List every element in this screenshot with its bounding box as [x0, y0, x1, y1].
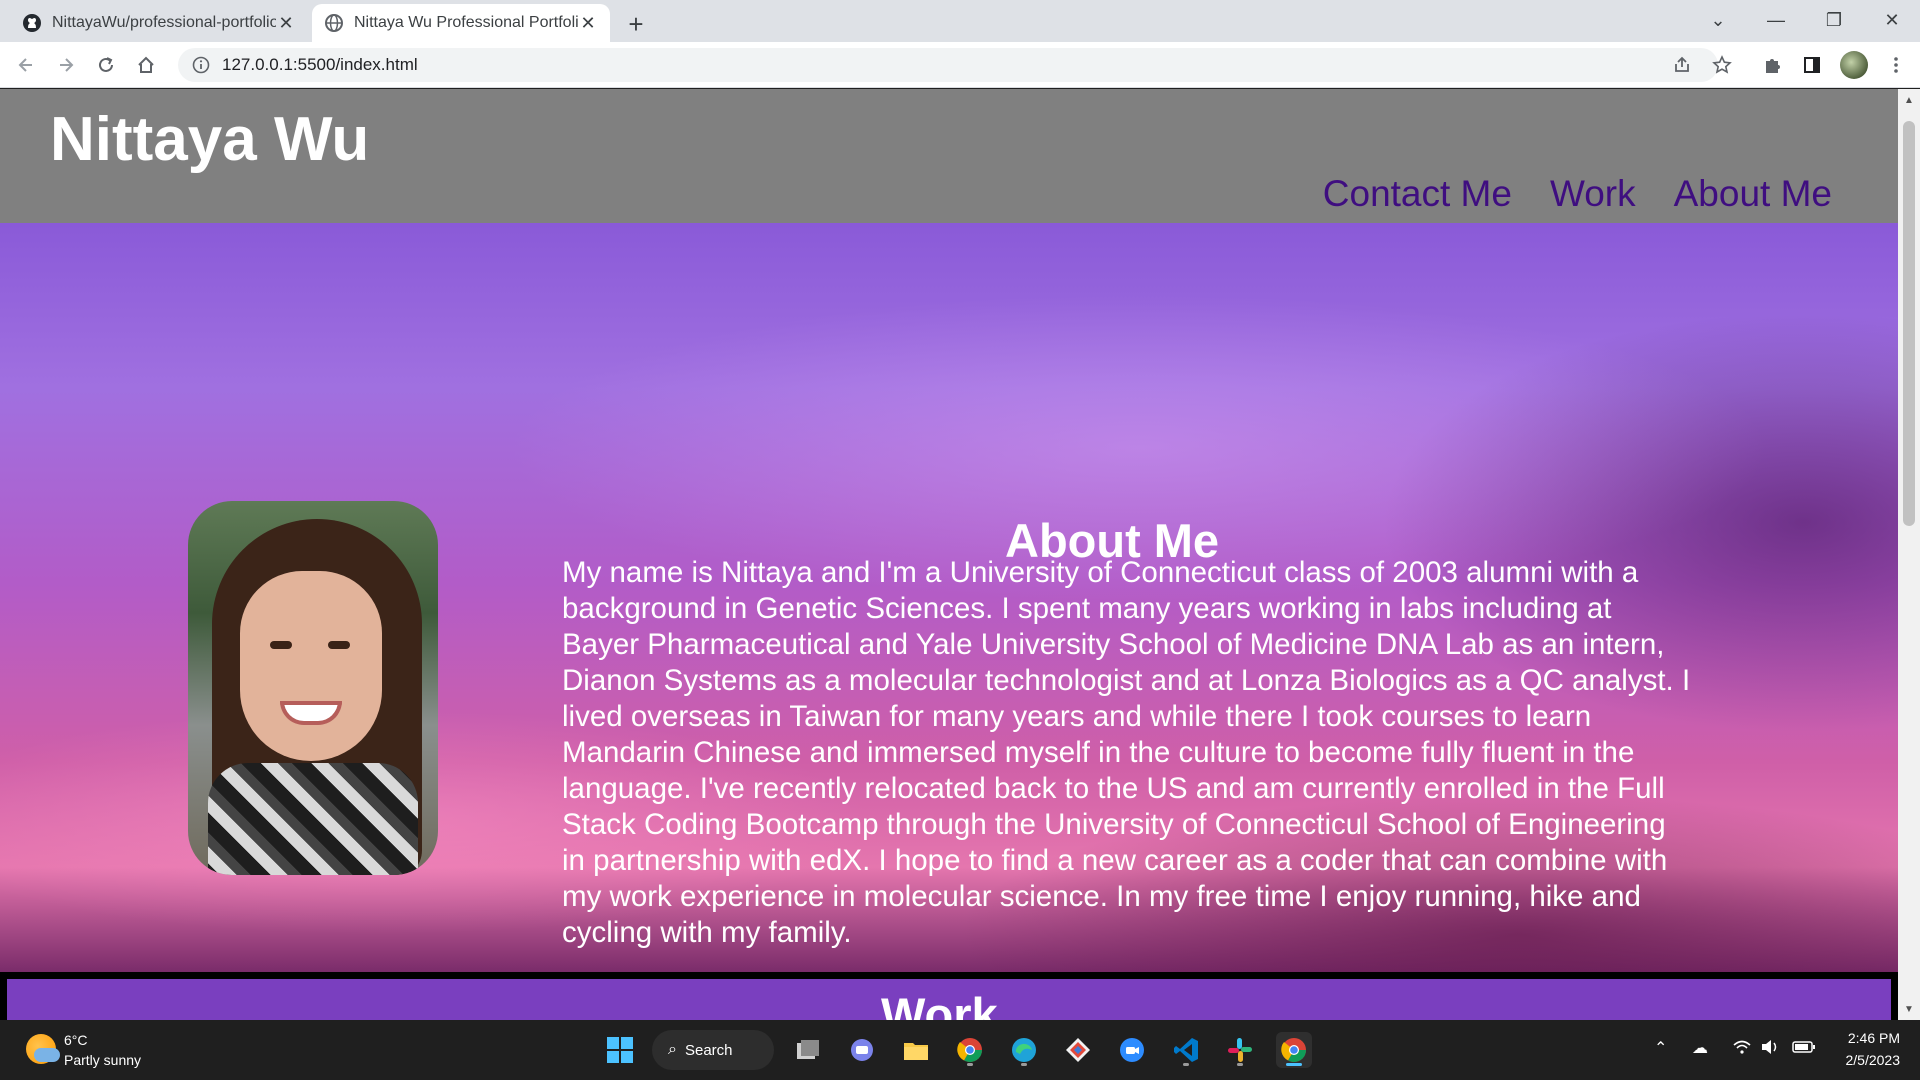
address-bar[interactable]: 127.0.0.1:5500/index.html [178, 48, 1718, 82]
address-url: 127.0.0.1:5500/index.html [222, 55, 418, 74]
forward-icon[interactable] [50, 49, 82, 81]
vscode-icon[interactable] [1168, 1032, 1204, 1068]
side-panel-icon[interactable] [1796, 49, 1828, 81]
restore-icon[interactable]: ❐ [1806, 0, 1862, 40]
nav-link-contact-me[interactable]: Contact Me [1323, 173, 1512, 215]
site-name: Nittaya Wu [50, 105, 370, 174]
close-icon[interactable]: ✕ [578, 13, 598, 33]
battery-icon[interactable] [1792, 1038, 1816, 1061]
globe-icon [325, 14, 343, 32]
weather-temperature: 6°C [64, 1032, 88, 1048]
work-title: Work [881, 988, 998, 1020]
home-icon[interactable] [130, 49, 162, 81]
tab-title: NittayaWu/professional-portfolio [52, 14, 276, 31]
file-explorer-icon[interactable] [898, 1032, 934, 1068]
scroll-thumb[interactable] [1903, 121, 1915, 526]
info-icon[interactable] [192, 56, 210, 74]
about-text: My name is Nittaya and I'm a University … [562, 556, 1691, 949]
chrome-menu-icon[interactable] [1880, 49, 1912, 81]
chrome-icon[interactable] [1276, 1032, 1312, 1068]
browser-toolbar: 127.0.0.1:5500/index.html [0, 42, 1920, 88]
edge-icon[interactable] [1006, 1032, 1042, 1068]
tab-search-chevron-down-icon[interactable]: ⌄ [1690, 0, 1746, 40]
windows-start-icon[interactable] [602, 1032, 638, 1068]
extensions-puzzle-icon[interactable] [1756, 49, 1788, 81]
work-header: Work [7, 979, 1891, 1020]
profile-avatar[interactable] [1840, 51, 1868, 79]
clock-time[interactable]: 2:46 PM [1840, 1030, 1900, 1046]
profile-photo [188, 501, 438, 875]
reload-icon[interactable] [90, 49, 122, 81]
photo-face [240, 571, 382, 761]
active-indicator [1286, 1063, 1302, 1066]
site-header: Nittaya Wu Contact Me Work About Me [0, 89, 1898, 223]
zoom-icon[interactable] [1114, 1032, 1150, 1068]
volume-icon[interactable] [1760, 1038, 1780, 1061]
windows-taskbar: 6°C Partly sunny ⌕ Search ⌃ ☁ 2:46 PM 2/… [0, 1020, 1920, 1080]
work-section: Work [0, 972, 1898, 1020]
scroll-up-icon[interactable]: ▲ [1902, 93, 1916, 107]
tab-title: Nittaya Wu Professional Portfolio [354, 14, 578, 31]
photo-scarf [208, 763, 418, 875]
about-section: About Me My name is Nittaya and I'm a Un… [0, 223, 1898, 972]
browser-tabstrip: NittayaWu/professional-portfolio ✕ Nitta… [0, 0, 1920, 42]
nav-link-about-me[interactable]: About Me [1674, 173, 1832, 215]
git-diamond-icon[interactable] [1060, 1032, 1096, 1068]
wifi-icon[interactable] [1732, 1038, 1752, 1061]
weather-cloud-icon [34, 1048, 60, 1062]
page-scrollbar[interactable]: ▲ ▼ [1898, 89, 1920, 1020]
github-icon [23, 14, 41, 32]
slack-icon[interactable] [1222, 1032, 1258, 1068]
task-view-icon[interactable] [790, 1032, 826, 1068]
onedrive-cloud-icon[interactable]: ☁ [1692, 1038, 1708, 1058]
running-indicator [1183, 1063, 1189, 1066]
tab-github[interactable]: NittayaWu/professional-portfolio ✕ [10, 4, 308, 42]
page-viewport: Nittaya Wu Contact Me Work About Me Abou… [0, 89, 1898, 1020]
photo-eye [328, 641, 350, 649]
photo-eye [270, 641, 292, 649]
nav-link-work[interactable]: Work [1550, 173, 1636, 215]
bookmark-star-icon[interactable] [1706, 49, 1738, 81]
weather-description: Partly sunny [64, 1052, 142, 1068]
clock-date[interactable]: 2/5/2023 [1832, 1052, 1901, 1068]
chrome-dev-icon[interactable] [952, 1032, 988, 1068]
chevron-up-icon[interactable]: ⌃ [1654, 1038, 1667, 1058]
close-icon[interactable]: ✕ [276, 13, 296, 33]
taskbar-search-label: Search [684, 1041, 733, 1059]
running-indicator [967, 1063, 973, 1066]
share-icon[interactable] [1666, 49, 1698, 81]
site-nav: Contact Me Work About Me [1323, 173, 1832, 215]
window-close-icon[interactable]: ✕ [1864, 0, 1920, 40]
scroll-down-icon[interactable]: ▼ [1902, 1002, 1916, 1016]
tab-portfolio[interactable]: Nittaya Wu Professional Portfolio ✕ [312, 4, 610, 42]
search-icon: ⌕ [668, 1041, 677, 1058]
taskbar-search[interactable]: ⌕ Search [652, 1030, 774, 1070]
back-icon[interactable] [10, 49, 42, 81]
teams-chat-icon[interactable] [844, 1032, 880, 1068]
new-tab-button[interactable]: + [620, 8, 652, 40]
running-indicator [1021, 1063, 1027, 1066]
minimize-icon[interactable]: — [1748, 0, 1804, 40]
running-indicator [1237, 1063, 1243, 1066]
